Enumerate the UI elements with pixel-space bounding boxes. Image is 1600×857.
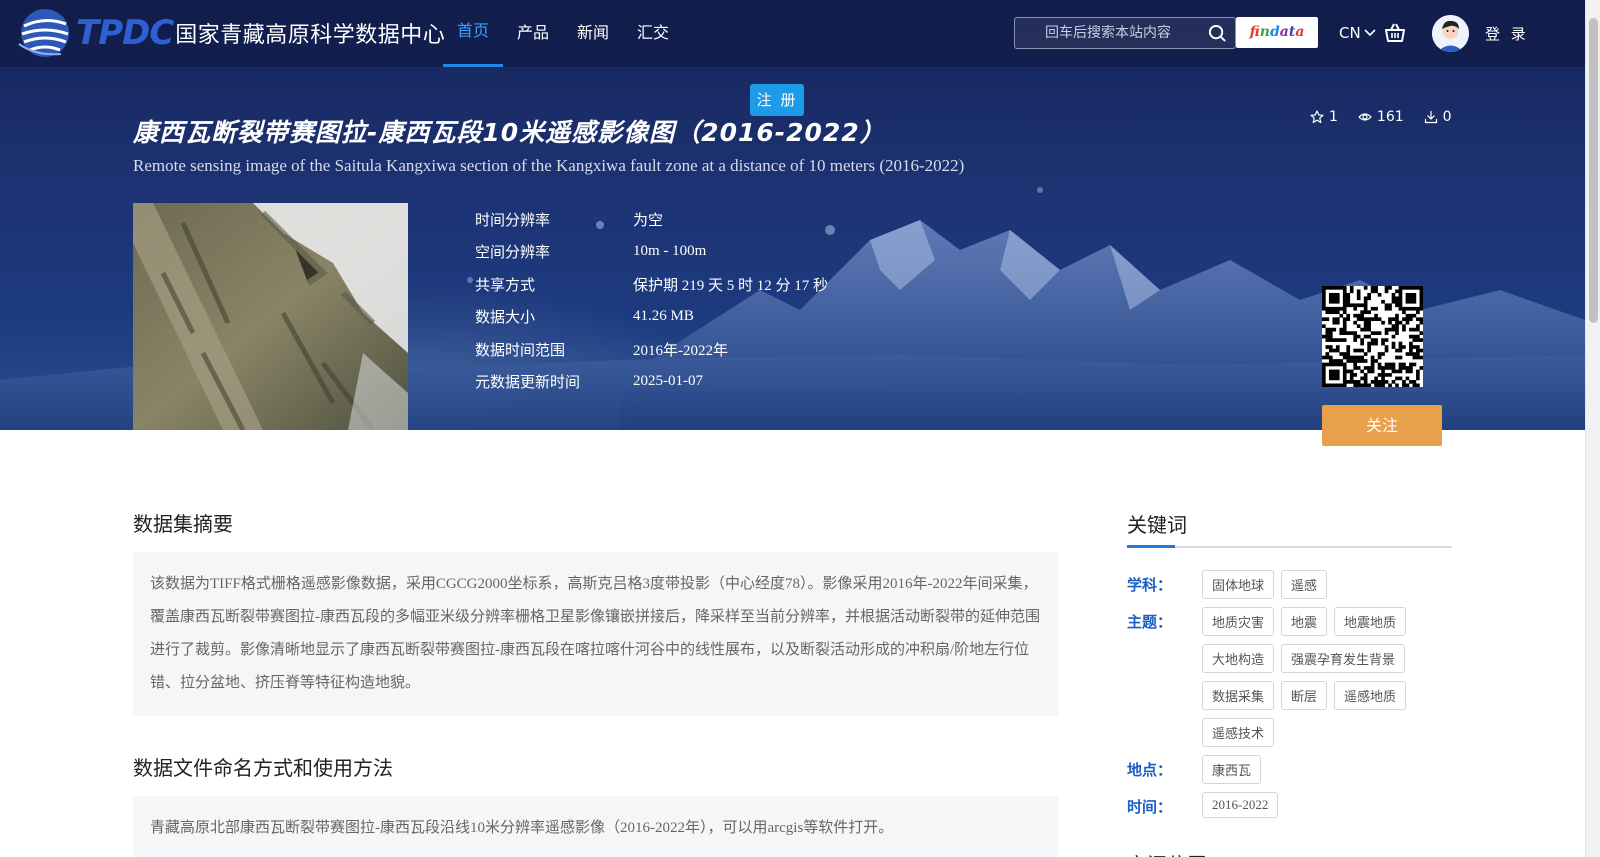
keyword-row-discipline: 学科： 固体地球 遥感 (1127, 570, 1452, 599)
meta-key: 数据时间范围 (475, 340, 566, 359)
keyword-row-place: 地点： 康西瓦 (1127, 755, 1452, 784)
keyword-tag[interactable]: 大地构造 (1202, 644, 1275, 673)
site-logo[interactable]: TPDC 国家青藏高原科学数据中心 (16, 4, 445, 62)
keyword-row-theme: 主题： 地质灾害 地震 地震地质 大地构造 强震孕育发生背景 数据采集 断层 遥… (1127, 607, 1452, 747)
keywords-title: 关键词 (1127, 509, 1452, 548)
keyword-tags: 康西瓦 (1202, 755, 1452, 784)
globe-logo-icon (18, 9, 69, 57)
keyword-label: 主题： (1127, 613, 1173, 631)
download-count: 0 (1424, 109, 1452, 125)
qr-code-image (1322, 286, 1424, 388)
main-menu: 首页 产品 新闻 汇交 (443, 0, 683, 67)
keyword-tag[interactable]: 地震地质 (1334, 607, 1407, 636)
meta-value: 10m - 100m (633, 243, 707, 260)
follow-button[interactable]: 关注 (1322, 405, 1442, 446)
abstract-box: 该数据为TIFF格式栅格遥感影像数据，采用CGCG2000坐标系，高斯克吕格3度… (133, 552, 1058, 716)
keyword-tag[interactable]: 固体地球 (1202, 570, 1275, 599)
user-avatar[interactable] (1432, 15, 1469, 52)
dataset-title-en: Remote sensing image of the Saitula Kang… (133, 156, 965, 175)
page-scrollbar[interactable] (1585, 0, 1600, 857)
logo-tpdc-text: TPDC (76, 13, 174, 53)
star-count[interactable]: 1 (1310, 109, 1338, 125)
meta-key: 共享方式 (475, 275, 536, 294)
menu-item-products[interactable]: 产品 (503, 0, 563, 67)
view-count: 161 (1358, 109, 1404, 125)
abstract-text: 该数据为TIFF格式栅格遥感影像数据，采用CGCG2000坐标系，高斯克吕格3度… (150, 576, 1041, 691)
meta-row: 空间分辨率 10m - 100m (475, 236, 828, 269)
naming-text: 青藏高原北部康西瓦断裂带赛图拉-康西瓦段沿线10米分辨率遥感影像（2016-20… (150, 820, 894, 836)
language-label: CN (1339, 24, 1361, 42)
scrollbar-thumb[interactable] (1589, 18, 1598, 323)
meta-value: 保护期 219 天 5 时 12 分 17 秒 (633, 277, 829, 294)
keyword-tags: 固体地球 遥感 (1202, 570, 1452, 599)
meta-value: 2025-01-07 (633, 373, 703, 390)
satellite-image-thumbnail (133, 203, 408, 430)
meta-key: 时间分辨率 (475, 210, 551, 229)
keyword-tag[interactable]: 地震 (1281, 607, 1328, 636)
keyword-tag[interactable]: 强震孕育发生背景 (1281, 644, 1406, 673)
keyword-tag[interactable]: 断层 (1281, 681, 1328, 710)
download-count-value: 0 (1442, 109, 1452, 125)
meta-row: 数据时间范围 2016年-2022年 (475, 333, 828, 366)
meta-row: 数据大小 41.26 MB (475, 301, 828, 334)
keyword-label: 学科： (1127, 576, 1173, 594)
page: TPDC 国家青藏高原科学数据中心 首页 产品 新闻 汇交 findata (0, 0, 1585, 857)
star-icon (1310, 110, 1324, 124)
keyword-label: 地点： (1127, 761, 1173, 779)
logo-cn-text: 国家青藏高原科学数据中心 (175, 23, 446, 48)
meta-key: 元数据更新时间 (475, 373, 581, 392)
view-count-value: 161 (1376, 109, 1404, 125)
keywords-panel: 关键词 学科： 固体地球 遥感 主题： 地质灾害 地震 地震地质 大地构造 强震… (1127, 509, 1452, 818)
star-count-value: 1 (1329, 109, 1338, 125)
keyword-tag[interactable]: 遥感技术 (1202, 718, 1275, 747)
chevron-down-icon (1364, 29, 1376, 37)
eye-icon (1358, 113, 1372, 121)
user-avatar-icon (1432, 15, 1469, 52)
keyword-tag[interactable]: 数据采集 (1202, 681, 1275, 710)
register-button[interactable]: 注 册 (750, 84, 804, 116)
menu-item-news[interactable]: 新闻 (563, 0, 623, 67)
naming-box: 青藏高原北部康西瓦断裂带赛图拉-康西瓦段沿线10米分辨率遥感影像（2016-20… (133, 796, 1058, 857)
dataset-meta: 时间分辨率 为空 空间分辨率 10m - 100m 共享方式 保护期 219 天… (475, 203, 828, 398)
meta-key: 空间分辨率 (475, 243, 551, 262)
menu-item-submit[interactable]: 汇交 (623, 0, 683, 67)
keyword-tag[interactable]: 遥感地质 (1334, 681, 1407, 710)
menu-item-home[interactable]: 首页 (443, 0, 504, 67)
dataset-thumbnail[interactable] (133, 203, 408, 430)
language-switch[interactable]: CN (1339, 24, 1376, 42)
meta-value: 2016年-2022年 (633, 342, 728, 359)
keyword-row-time: 时间： 2016-2022 (1127, 792, 1452, 818)
dataset-stats: 1 161 0 (1310, 109, 1452, 125)
keyword-tag[interactable]: 地质灾害 (1202, 607, 1275, 636)
keyword-tag[interactable]: 遥感 (1281, 570, 1328, 599)
keyword-tags: 地质灾害 地震 地震地质 大地构造 强震孕育发生背景 数据采集 断层 遥感地质 … (1202, 607, 1452, 747)
keyword-tags: 2016-2022 (1202, 792, 1452, 818)
hero-banner: TPDC 国家青藏高原科学数据中心 首页 产品 新闻 汇交 findata (0, 0, 1585, 430)
meta-value: 为空 (633, 212, 664, 229)
cart-basket-icon[interactable] (1384, 22, 1406, 44)
search-box (1014, 17, 1236, 49)
keyword-tag[interactable]: 康西瓦 (1202, 755, 1262, 784)
meta-value: 41.26 MB (633, 308, 694, 325)
meta-key: 数据大小 (475, 308, 536, 327)
search-input[interactable] (1015, 18, 1200, 48)
qr-code (1322, 286, 1424, 388)
findata-button[interactable]: findata (1236, 17, 1318, 48)
top-nav: TPDC 国家青藏高原科学数据中心 首页 产品 新闻 汇交 findata (0, 0, 1585, 67)
download-icon (1424, 111, 1437, 124)
login-link[interactable]: 登 录 (1485, 23, 1529, 44)
meta-row: 时间分辨率 为空 (475, 203, 828, 236)
meta-row: 共享方式 保护期 219 天 5 时 12 分 17 秒 (475, 268, 828, 301)
dataset-title-cn: 康西瓦断裂带赛图拉-康西瓦段10米遥感影像图（2016-2022） (133, 118, 886, 147)
meta-row: 元数据更新时间 2025-01-07 (475, 366, 828, 399)
keyword-label: 时间： (1127, 798, 1173, 816)
naming-title: 数据文件命名方式和使用方法 (133, 756, 393, 780)
spatial-location-title: 空间位置 (1127, 849, 1207, 857)
keyword-tag[interactable]: 2016-2022 (1202, 792, 1279, 818)
search-icon[interactable] (1208, 24, 1227, 43)
abstract-title: 数据集摘要 (133, 512, 233, 536)
